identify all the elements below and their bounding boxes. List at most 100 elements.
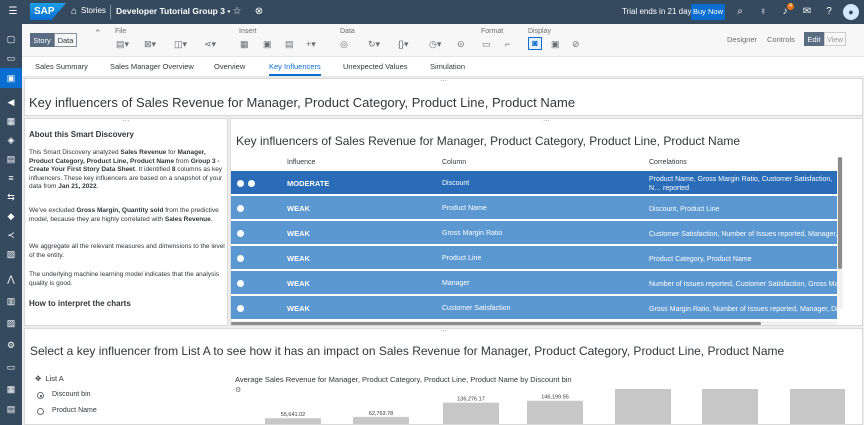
comment-icon[interactable]: ◙ bbox=[528, 37, 542, 50]
filter-icon[interactable]: ◎ bbox=[340, 39, 348, 50]
list-a-header[interactable]: ✥ List A bbox=[35, 374, 64, 383]
drag-handle[interactable]: ⋯ bbox=[543, 119, 550, 125]
bar[interactable] bbox=[443, 402, 499, 425]
table-view-icon[interactable]: ▣ bbox=[551, 39, 560, 50]
share-icon[interactable]: ⋖▾ bbox=[204, 39, 216, 50]
scroll-thumb[interactable] bbox=[231, 322, 761, 325]
impact-card[interactable]: ⋯ Select a key influencer from List A to… bbox=[24, 328, 863, 425]
drag-handle[interactable]: ⋯ bbox=[440, 329, 447, 335]
story-toggle[interactable]: Story bbox=[30, 33, 54, 47]
bar-chart-icon[interactable]: ▥ bbox=[4, 294, 18, 308]
tag-icon[interactable]: ▧ bbox=[4, 247, 18, 261]
bar[interactable] bbox=[790, 389, 845, 425]
horizontal-scrollbar[interactable] bbox=[231, 321, 837, 325]
discount-bin-label[interactable]: Discount bin bbox=[52, 391, 91, 398]
bar[interactable] bbox=[702, 389, 758, 425]
settings-icon[interactable]: ▨ bbox=[4, 316, 18, 330]
connection-icon[interactable]: ≺ bbox=[4, 228, 18, 242]
influencer-row[interactable]: MODERATE Discount Product Name, Gross Ma… bbox=[231, 171, 837, 195]
product-name-label[interactable]: Product Name bbox=[52, 407, 97, 414]
grid-icon[interactable]: ▤ bbox=[4, 402, 18, 416]
bar[interactable] bbox=[615, 389, 671, 425]
tab-sales-manager-overview[interactable]: Sales Manager Overview bbox=[110, 62, 194, 71]
influencer-row[interactable]: WEAK Manager Number of Issues reported, … bbox=[231, 271, 838, 295]
tab-simulation[interactable]: Simulation bbox=[430, 62, 465, 71]
data-label: 146,199.95 bbox=[541, 395, 569, 401]
influencer-row[interactable]: WEAK Gross Margin Ratio Customer Satisfa… bbox=[231, 221, 837, 245]
influence-dot bbox=[237, 305, 244, 312]
influencer-row[interactable]: WEAK Product Line Product Category, Prod… bbox=[231, 246, 837, 270]
home-icon[interactable]: ⌂ bbox=[67, 5, 81, 19]
monitor-icon[interactable]: ▭ bbox=[4, 360, 18, 374]
designer-button[interactable]: Designer bbox=[727, 35, 757, 44]
list-a-label: List A bbox=[45, 374, 64, 383]
vertical-scrollbar[interactable] bbox=[837, 157, 843, 309]
bar[interactable] bbox=[265, 418, 321, 425]
discount-bin-radio[interactable] bbox=[37, 392, 44, 399]
influencer-row[interactable]: WEAK Product Name Discount, Product Line bbox=[231, 196, 837, 220]
data-toggle[interactable]: Data bbox=[54, 33, 77, 47]
tab-sales-summary[interactable]: Sales Summary bbox=[35, 62, 88, 71]
search-icon[interactable]: ⌕ bbox=[733, 5, 747, 19]
close-circle-icon[interactable]: ⊗ bbox=[252, 5, 266, 19]
data-group-label: Data bbox=[340, 28, 355, 35]
document-title[interactable]: Developer Tutorial Group 3 • bbox=[116, 6, 230, 16]
megaphone-icon[interactable]: ◀ bbox=[4, 95, 18, 109]
edit-prompt-icon[interactable]: ◷▾ bbox=[429, 39, 441, 50]
about-card[interactable]: ⋯ About this Smart Discovery This Smart … bbox=[24, 118, 228, 326]
formula-icon[interactable]: {}▾ bbox=[398, 39, 409, 50]
network-icon[interactable]: ⋀ bbox=[4, 272, 18, 286]
file-icon[interactable]: ▤▾ bbox=[116, 39, 129, 50]
drag-handle[interactable]: ⋯ bbox=[440, 78, 447, 85]
building-icon[interactable]: ▤ bbox=[4, 152, 18, 166]
tab-overview[interactable]: Overview bbox=[214, 62, 245, 71]
save-icon[interactable]: ◫▾ bbox=[174, 39, 187, 50]
layout-icon[interactable]: ▦ bbox=[4, 382, 18, 396]
product-name-radio[interactable] bbox=[37, 408, 44, 415]
stories-icon[interactable]: ▣ bbox=[0, 68, 22, 88]
calendar-icon[interactable]: ▦ bbox=[4, 114, 18, 128]
lightbulb-icon[interactable]: ♁ bbox=[756, 5, 770, 19]
grid-icon[interactable]: ▤ bbox=[285, 39, 294, 50]
view-button[interactable]: View bbox=[824, 32, 846, 46]
tab-key-influencers[interactable]: Key Influencers bbox=[269, 62, 321, 76]
help-icon[interactable]: ? bbox=[822, 5, 836, 19]
bar[interactable] bbox=[353, 416, 409, 425]
user-avatar[interactable]: ● bbox=[843, 4, 859, 20]
edit-button[interactable]: Edit bbox=[804, 32, 824, 46]
refresh-icon[interactable]: ↻▾ bbox=[368, 39, 380, 50]
styling-icon[interactable]: ▭ bbox=[482, 39, 491, 50]
paint-icon[interactable]: ⌐ bbox=[505, 39, 510, 49]
cube-icon[interactable]: ◈ bbox=[4, 133, 18, 147]
star-icon[interactable]: ☆ bbox=[230, 5, 244, 19]
sap-logo[interactable]: SAP bbox=[30, 3, 66, 20]
correlations-header[interactable]: Correlations bbox=[649, 159, 687, 166]
check-icon[interactable]: ⊘ bbox=[572, 39, 580, 50]
share-icon[interactable]: ⇆ bbox=[4, 190, 18, 204]
controls-button[interactable]: Controls bbox=[767, 35, 795, 44]
chat-icon[interactable]: ✉ bbox=[800, 5, 814, 19]
buy-now-button[interactable]: Buy Now bbox=[691, 4, 725, 20]
code-icon[interactable]: ◆ bbox=[4, 209, 18, 223]
layers-icon[interactable]: ≡ bbox=[4, 171, 18, 185]
menu-icon[interactable]: ☰ bbox=[6, 5, 20, 19]
tab-unexpected-values[interactable]: Unexpected Values bbox=[343, 62, 408, 71]
table-icon[interactable]: ▣ bbox=[263, 39, 272, 50]
drag-handle[interactable]: ⋯ bbox=[123, 118, 130, 125]
influencer-row[interactable]: WEAK Customer Satisfaction Gross Margin … bbox=[231, 296, 838, 320]
influencers-card[interactable]: ⋯ Key influencers of Sales Revenue for M… bbox=[230, 118, 863, 326]
influence-header[interactable]: Influence bbox=[287, 159, 315, 166]
bar[interactable] bbox=[527, 400, 583, 425]
gear-icon[interactable]: ⚙ bbox=[4, 338, 18, 352]
scroll-thumb[interactable] bbox=[838, 157, 842, 269]
chart-icon[interactable]: ▦ bbox=[240, 39, 249, 50]
file-icon[interactable]: ▢ bbox=[4, 32, 18, 46]
folder-icon[interactable]: ▭ bbox=[4, 51, 18, 65]
copy-icon[interactable]: ⊠▾ bbox=[144, 39, 156, 50]
add-icon[interactable]: +▾ bbox=[306, 39, 316, 50]
link-icon[interactable]: ⊝ bbox=[457, 39, 465, 50]
column-header[interactable]: Column bbox=[442, 159, 466, 166]
collapse-icon[interactable]: ⌃ bbox=[94, 28, 102, 39]
header-card[interactable]: ⋯ Key influencers of Sales Revenue for M… bbox=[24, 78, 863, 116]
stories-link[interactable]: Stories bbox=[81, 6, 106, 15]
